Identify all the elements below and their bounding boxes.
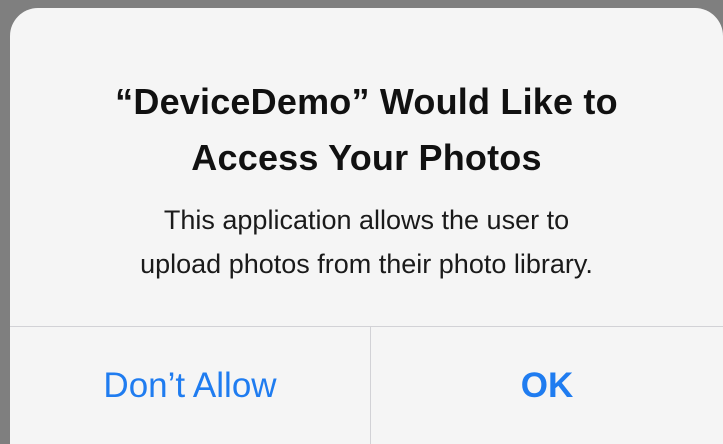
alert-content: “DeviceDemo” Would Like to Access Your P… [10,8,723,326]
alert-title: “DeviceDemo” Would Like to Access Your P… [10,74,723,186]
alert-title-line-1: “DeviceDemo” Would Like to [115,81,618,122]
alert-message: This application allows the user to uplo… [10,198,723,286]
alert-message-line-2: upload photos from their photo library. [140,249,593,279]
permission-alert-dialog: “DeviceDemo” Would Like to Access Your P… [10,8,723,444]
alert-title-line-2: Access Your Photos [191,137,542,178]
ok-button[interactable]: OK [371,327,723,444]
alert-message-line-1: This application allows the user to [163,205,570,235]
dont-allow-button[interactable]: Don’t Allow [10,327,370,444]
